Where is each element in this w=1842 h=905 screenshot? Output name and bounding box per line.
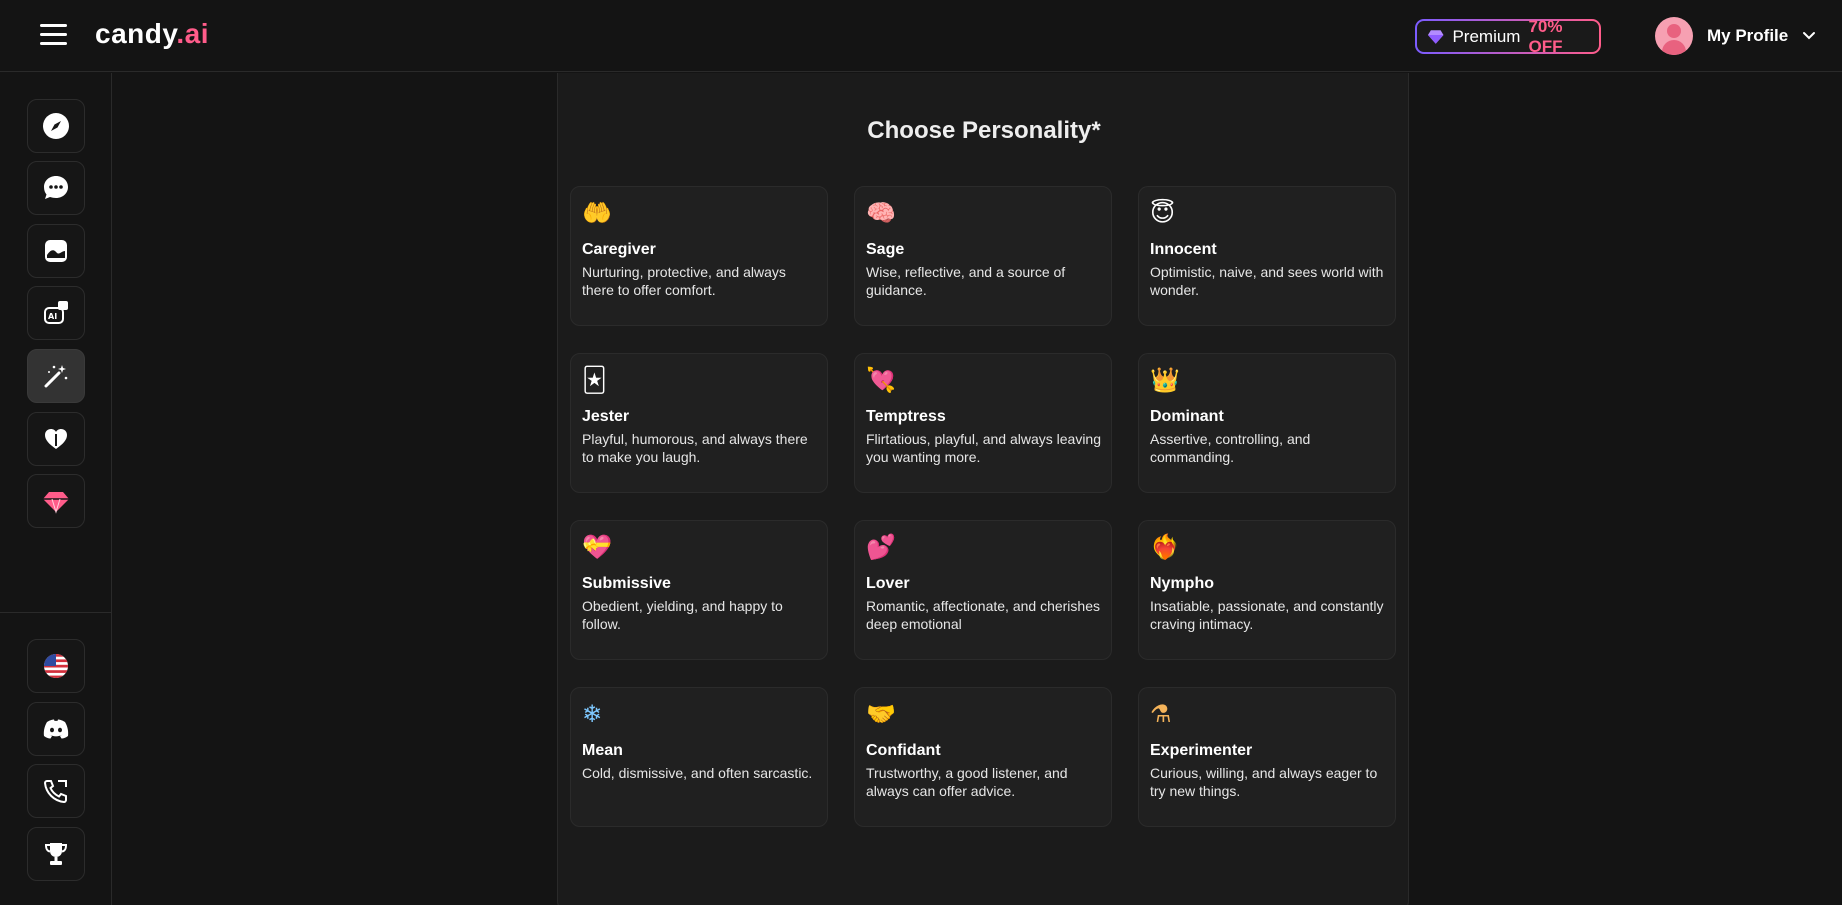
sidebar-item-my-ai[interactable] bbox=[27, 412, 85, 466]
image-icon bbox=[45, 240, 67, 262]
dominant-icon: 👑 bbox=[1150, 366, 1180, 394]
sidebar-divider bbox=[0, 612, 111, 613]
compass-icon bbox=[43, 113, 69, 139]
trophy-icon bbox=[44, 843, 68, 865]
logo[interactable]: candy.ai bbox=[95, 18, 209, 50]
personality-card-caregiver[interactable]: 🤲 Caregiver Nurturing, protective, and a… bbox=[570, 186, 828, 326]
personality-description: Curious, willing, and always eager to tr… bbox=[1150, 765, 1378, 799]
personality-description: Insatiable, passionate, and constantly c… bbox=[1150, 598, 1384, 632]
personality-description: Playful, humorous, and always there to m… bbox=[582, 431, 808, 465]
personality-card-mean[interactable]: ❄ Mean Cold, dismissive, and often sarca… bbox=[570, 687, 828, 827]
personality-description: Obedient, yielding, and happy to follow. bbox=[582, 598, 783, 632]
nympho-icon: ❤️‍🔥 bbox=[1150, 533, 1180, 561]
personality-description: Cold, dismissive, and often sarcastic. bbox=[582, 765, 813, 781]
mean-icon: ❄ bbox=[582, 700, 603, 728]
personality-description: Nurturing, protective, and always there … bbox=[582, 264, 786, 298]
sidebar-item-discord[interactable] bbox=[27, 702, 85, 756]
personality-card-confidant[interactable]: 🤝 Confidant Trustworthy, a good listener… bbox=[854, 687, 1112, 827]
sidebar-item-explore[interactable] bbox=[27, 99, 85, 153]
personality-name: Caregiver bbox=[582, 241, 656, 258]
chat-bubble-icon bbox=[44, 176, 68, 199]
premium-label: Premium bbox=[1452, 26, 1521, 46]
sidebar-item-generate-image[interactable]: AI bbox=[27, 286, 85, 340]
chevron-down-icon bbox=[1803, 32, 1816, 40]
personality-name: Innocent bbox=[1150, 241, 1217, 258]
magic-wand-icon bbox=[44, 365, 68, 388]
personality-description: Trustworthy, a good listener, and always… bbox=[866, 765, 1068, 799]
personality-card-dominant[interactable]: 👑 Dominant Assertive, controlling, and c… bbox=[1138, 353, 1396, 493]
top-bar: candy.ai Premium 70% OFF My Profile bbox=[0, 0, 1842, 72]
gem-icon bbox=[1427, 29, 1444, 44]
lover-icon: 💕 bbox=[866, 533, 896, 561]
personality-description: Optimistic, naive, and sees world with w… bbox=[1150, 264, 1384, 298]
submissive-icon: 💝 bbox=[582, 533, 612, 561]
personality-description: Assertive, controlling, and commanding. bbox=[1150, 431, 1311, 465]
personality-name: Dominant bbox=[1150, 408, 1224, 425]
personality-name: Experimenter bbox=[1150, 742, 1253, 759]
sage-icon: 🧠 bbox=[866, 199, 896, 227]
sidebar: AI bbox=[0, 73, 112, 905]
phone-icon bbox=[43, 780, 67, 804]
personality-card-lover[interactable]: 💕 Lover Romantic, affectionate, and cher… bbox=[854, 520, 1112, 660]
personality-card-sage[interactable]: 🧠 Sage Wise, reflective, and a source of… bbox=[854, 186, 1112, 326]
personality-panel: Choose Personality* 🤲 Caregiver Nurturin… bbox=[557, 73, 1409, 905]
sidebar-item-support[interactable] bbox=[27, 764, 85, 818]
sidebar-item-chat[interactable] bbox=[27, 161, 85, 215]
diamond-icon bbox=[43, 492, 69, 514]
experimenter-icon: ⚗ bbox=[1150, 700, 1172, 728]
sidebar-item-create-character[interactable] bbox=[27, 349, 85, 403]
premium-button[interactable]: Premium 70% OFF bbox=[1415, 16, 1601, 56]
personality-card-nympho[interactable]: ❤️‍🔥 Nympho Insatiable, passionate, and … bbox=[1138, 520, 1396, 660]
page-title: Choose Personality* bbox=[867, 117, 1101, 144]
ai-camera-icon: AI bbox=[44, 301, 68, 324]
personality-description: Wise, reflective, and a source of guidan… bbox=[866, 264, 1066, 298]
personality-name: Lover bbox=[866, 575, 910, 592]
sidebar-item-language[interactable] bbox=[27, 639, 85, 693]
personality-name: Jester bbox=[582, 408, 630, 425]
personality-card-submissive[interactable]: 💝 Submissive Obedient, yielding, and hap… bbox=[570, 520, 828, 660]
personality-name: Confidant bbox=[866, 742, 941, 759]
avatar bbox=[1655, 17, 1693, 55]
personality-card-innocent[interactable]: 😇 Innocent Optimistic, naive, and sees w… bbox=[1138, 186, 1396, 326]
personality-name: Nympho bbox=[1150, 575, 1214, 592]
heart-hands-icon bbox=[45, 429, 67, 449]
personality-name: Sage bbox=[866, 241, 905, 258]
personality-name: Mean bbox=[582, 742, 623, 759]
profile-menu[interactable]: My Profile bbox=[1655, 16, 1816, 56]
hamburger-menu-icon[interactable] bbox=[40, 24, 67, 46]
discord-icon bbox=[43, 719, 69, 739]
caregiver-icon: 🤲 bbox=[582, 199, 612, 227]
innocent-icon: 😇 bbox=[1150, 199, 1176, 227]
personality-card-temptress[interactable]: 💘 Temptress Flirtatious, playful, and al… bbox=[854, 353, 1112, 493]
jester-icon: 🃏 bbox=[582, 366, 607, 394]
logo-ai: .ai bbox=[176, 18, 209, 49]
temptress-icon: 💘 bbox=[866, 366, 896, 394]
personality-description: Romantic, affectionate, and cherishes de… bbox=[866, 598, 1100, 632]
personality-name: Submissive bbox=[582, 575, 671, 592]
personality-card-jester[interactable]: 🃏 Jester Playful, humorous, and always t… bbox=[570, 353, 828, 493]
profile-label: My Profile bbox=[1707, 26, 1789, 45]
sidebar-item-gallery[interactable] bbox=[27, 224, 85, 278]
personality-name: Temptress bbox=[866, 408, 946, 425]
personality-description: Flirtatious, playful, and always leaving… bbox=[866, 431, 1102, 465]
us-flag-icon bbox=[44, 654, 68, 678]
logo-main: candy bbox=[95, 18, 177, 49]
premium-discount: 70% OFF bbox=[1528, 16, 1563, 56]
confidant-icon: 🤝 bbox=[866, 700, 896, 728]
sidebar-item-leaderboard[interactable] bbox=[27, 827, 85, 881]
personality-card-experimenter[interactable]: ⚗ Experimenter Curious, willing, and alw… bbox=[1138, 687, 1396, 827]
sidebar-item-premium[interactable] bbox=[27, 474, 85, 528]
svg-text:AI: AI bbox=[48, 312, 57, 321]
